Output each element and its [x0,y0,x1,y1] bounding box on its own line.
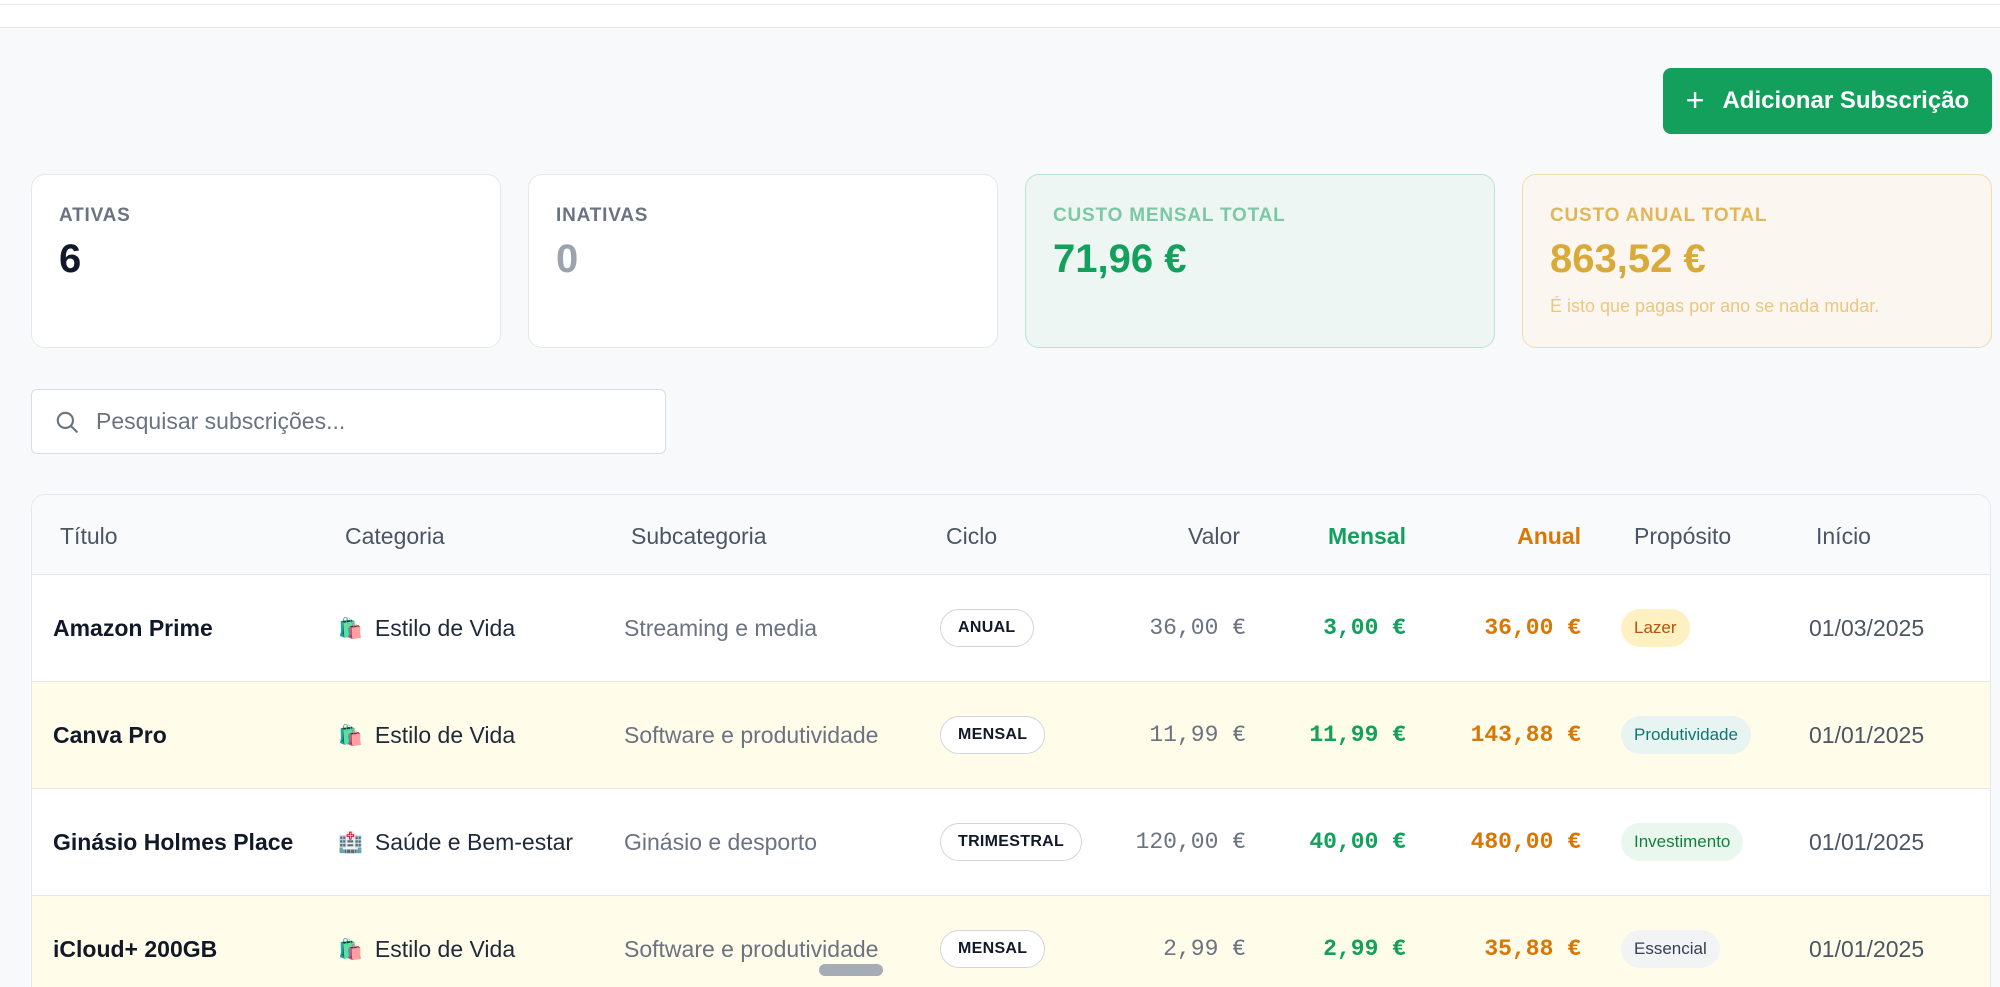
column-header-category[interactable]: Categoria [345,523,445,550]
row-annual: 143,88 € [1470,722,1581,748]
row-subcategory: Software e produtividade [624,721,879,748]
row-cycle: MENSAL [940,896,1046,987]
top-bar-divider [0,4,2000,5]
shopping-bag-icon: 🛍️ [338,724,363,747]
shopping-bag-icon: 🛍️ [338,617,363,640]
add-subscription-label: Adicionar Subscrição [1722,87,1970,114]
row-value: 120,00 € [1135,829,1246,855]
stat-value: 6 [59,237,82,281]
row-subcategory: Ginásio e desporto [624,828,818,855]
add-subscription-button[interactable]: + Adicionar Subscrição [1663,68,1992,134]
row-category: 🏥 Saúde e Bem-estar [338,789,573,895]
column-header-title[interactable]: Título [60,523,118,550]
row-title: Canva Pro [53,721,167,748]
table-header: Título Categoria Subcategoria Ciclo Valo… [32,495,1990,575]
plus-icon: + [1685,81,1705,118]
row-start-date: 01/01/2025 [1809,935,1925,962]
column-header-start[interactable]: Início [1816,523,1871,550]
row-start-date: 01/01/2025 [1809,828,1925,855]
row-category: 🛍️ Estilo de Vida [338,575,515,681]
row-cycle: ANUAL [940,575,1034,681]
search-box[interactable] [31,389,666,454]
column-header-subcategory[interactable]: Subcategoria [631,523,767,550]
stat-card-inactive: INATIVAS 0 [528,174,998,348]
horizontal-scrollbar-thumb[interactable] [819,964,883,976]
row-cycle: TRIMESTRAL [940,789,1083,895]
row-category-label: Saúde e Bem-estar [374,828,574,855]
table-row[interactable]: Canva Pro 🛍️ Estilo de Vida Software e pr… [32,682,1990,789]
row-start-date: 01/03/2025 [1809,614,1925,641]
column-header-purpose[interactable]: Propósito [1634,523,1731,550]
row-value: 36,00 € [1149,615,1246,641]
stat-card-monthly-cost: CUSTO MENSAL TOTAL 71,96 € [1025,174,1495,348]
row-monthly: 40,00 € [1309,829,1406,855]
column-header-value[interactable]: Valor [1188,523,1240,550]
table-row[interactable]: iCloud+ 200GB 🛍️ Estilo de Vida Software … [32,896,1990,987]
stat-card-active: ATIVAS 6 [31,174,501,348]
row-cycle: MENSAL [940,682,1046,788]
purpose-badge: Essencial [1621,930,1720,968]
purpose-badge: Investimento [1621,823,1744,861]
stat-label: ATIVAS [59,205,131,226]
stat-label: CUSTO MENSAL TOTAL [1053,205,1286,226]
column-header-cycle[interactable]: Ciclo [946,523,997,550]
row-title: iCloud+ 200GB [53,935,218,962]
shopping-bag-icon: 🛍️ [338,938,363,961]
purpose-badge: Lazer [1621,609,1690,647]
search-input[interactable] [96,408,656,435]
column-header-annual[interactable]: Anual [1517,523,1581,550]
row-category-label: Estilo de Vida [374,935,516,962]
row-subcategory: Streaming e media [624,614,818,641]
table-row[interactable]: Ginásio Holmes Place 🏥 Saúde e Bem-estar … [32,789,1990,896]
cycle-badge: MENSAL [940,716,1046,754]
row-annual: 480,00 € [1470,829,1581,855]
table-row[interactable]: Amazon Prime 🛍️ Estilo de Vida Streaming … [32,575,1990,682]
cycle-badge: TRIMESTRAL [940,823,1083,861]
row-purpose: Lazer [1621,575,1690,681]
row-category-label: Estilo de Vida [374,614,516,641]
row-monthly: 2,99 € [1323,936,1406,962]
subscriptions-table: Título Categoria Subcategoria Ciclo Valo… [31,494,1991,987]
stat-hint: É isto que pagas por ano se nada mudar. [1550,296,1880,316]
row-purpose: Investimento [1621,789,1744,895]
row-annual: 35,88 € [1484,936,1581,962]
cycle-badge: MENSAL [940,930,1046,968]
row-value: 2,99 € [1163,936,1246,962]
column-header-monthly[interactable]: Mensal [1328,523,1406,550]
top-bar [0,0,2000,28]
row-title: Amazon Prime [53,614,213,641]
row-category-label: Estilo de Vida [374,721,516,748]
row-title: Ginásio Holmes Place [53,828,294,855]
row-category: 🛍️ Estilo de Vida [338,896,515,987]
search-icon [56,411,78,433]
stat-label: CUSTO ANUAL TOTAL [1550,205,1768,226]
stat-label: INATIVAS [556,205,649,226]
cycle-badge: ANUAL [940,609,1034,647]
row-purpose: Essencial [1621,896,1720,987]
row-monthly: 3,00 € [1323,615,1406,641]
stat-value: 0 [556,237,579,281]
row-monthly: 11,99 € [1309,722,1406,748]
row-purpose: Produtividade [1621,682,1751,788]
stat-card-annual-cost: CUSTO ANUAL TOTAL 863,52 € É isto que pa… [1522,174,1992,348]
row-start-date: 01/01/2025 [1809,721,1925,748]
stat-value: 863,52 € [1550,237,1706,281]
hospital-icon: 🏥 [338,831,363,854]
stat-value: 71,96 € [1053,237,1187,281]
row-annual: 36,00 € [1484,615,1581,641]
row-category: 🛍️ Estilo de Vida [338,682,515,788]
row-value: 11,99 € [1149,722,1246,748]
purpose-badge: Produtividade [1621,716,1751,754]
